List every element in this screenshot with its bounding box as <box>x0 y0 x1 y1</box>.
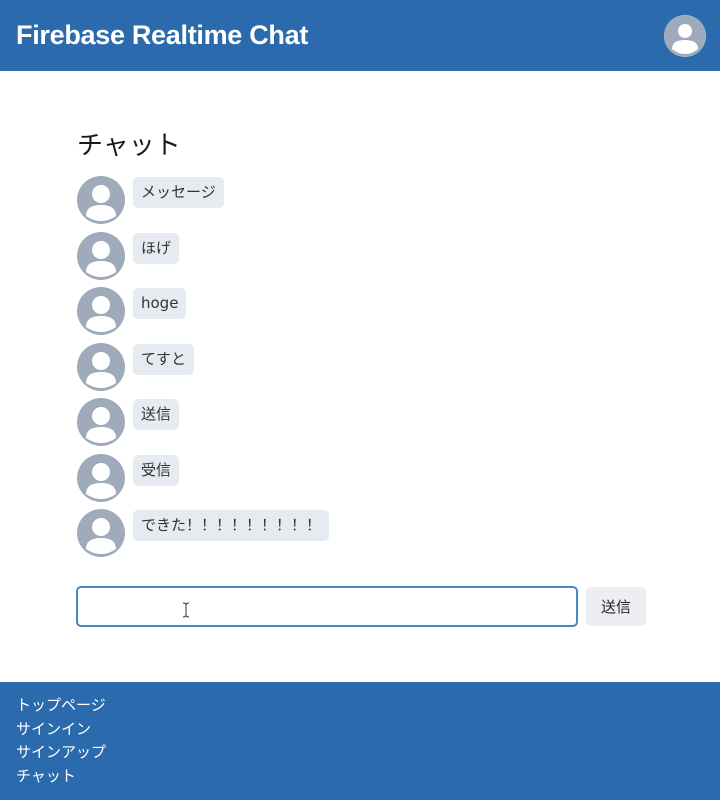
user-avatar-button[interactable] <box>664 14 706 57</box>
message-bubble: 受信 <box>133 454 180 486</box>
user-avatar-icon <box>77 176 125 224</box>
footer-link-signup[interactable]: サインアップ <box>16 741 704 765</box>
message-item: 受信 <box>77 453 657 510</box>
message-composer: 送信 <box>76 586 646 627</box>
footer-link-chat[interactable]: チャット <box>16 765 704 789</box>
footer-link-signin[interactable]: サインイン <box>16 718 704 742</box>
user-avatar-icon <box>664 14 706 57</box>
user-avatar-icon <box>77 453 125 502</box>
app-title: Firebase Realtime Chat <box>16 20 309 50</box>
message-item: hoge <box>77 287 657 343</box>
user-avatar-icon <box>77 287 125 335</box>
user-avatar-icon <box>77 509 125 557</box>
app-header: Firebase Realtime Chat <box>0 0 720 71</box>
message-bubble: hoge <box>133 288 187 319</box>
message-item: てすと <box>77 342 657 399</box>
message-bubble: 送信 <box>133 399 180 430</box>
message-item: ほげ <box>77 231 657 288</box>
chat-heading: チャット <box>77 131 181 161</box>
message-bubble: できた！！！！！！！！！ <box>133 510 330 541</box>
send-button[interactable]: 送信 <box>586 587 646 626</box>
chat-page: チャット メッセージ ほげ hoge てすと 送信 受信 できた！！！！！！！！… <box>77 126 657 565</box>
message-bubble: メッセージ <box>133 177 224 208</box>
user-avatar-icon <box>77 342 125 391</box>
message-bubble: ほげ <box>133 232 180 264</box>
app-footer: トップページ サインイン サインアップ チャット <box>0 682 720 800</box>
message-item: メッセージ <box>77 176 657 232</box>
message-list: メッセージ ほげ hoge てすと 送信 受信 できた！！！！！！！！！ <box>77 176 657 565</box>
footer-nav: トップページ サインイン サインアップ チャット <box>16 694 704 788</box>
message-bubble: てすと <box>133 343 195 375</box>
user-avatar-icon <box>77 231 125 280</box>
message-item: 送信 <box>77 398 657 454</box>
message-input[interactable] <box>76 586 578 627</box>
message-item: できた！！！！！！！！！ <box>77 509 657 565</box>
user-avatar-icon <box>77 398 125 446</box>
footer-link-top[interactable]: トップページ <box>16 694 704 718</box>
